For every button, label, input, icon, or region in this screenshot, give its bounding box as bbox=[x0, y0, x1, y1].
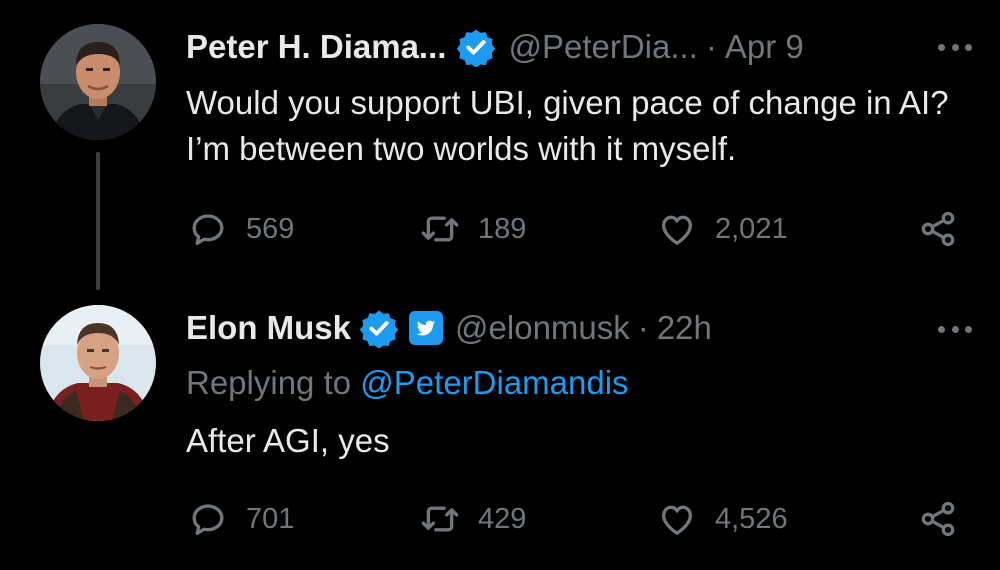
retweet-count: 429 bbox=[478, 502, 527, 535]
replying-to-label: Replying to bbox=[186, 364, 352, 401]
avatar[interactable] bbox=[40, 24, 156, 140]
tweet-header: Peter H. Diama... @PeterDia... · Apr 9 bbox=[186, 22, 976, 72]
like-button[interactable]: 4,526 bbox=[657, 494, 788, 544]
tweet-header: Elon Musk @elonmusk · 22h bbox=[186, 303, 976, 353]
timestamp[interactable]: 22h bbox=[657, 309, 712, 347]
avatar[interactable] bbox=[40, 305, 156, 421]
avatar-image bbox=[40, 24, 156, 140]
reply-count: 569 bbox=[246, 212, 295, 245]
timestamp[interactable]: Apr 9 bbox=[725, 28, 804, 66]
reply-count: 701 bbox=[246, 502, 295, 535]
author-handle[interactable]: @PeterDia... bbox=[508, 28, 697, 66]
retweet-button[interactable]: 189 bbox=[420, 204, 526, 254]
share-icon bbox=[921, 211, 955, 247]
share-icon bbox=[921, 501, 955, 537]
reply-button[interactable]: 569 bbox=[188, 204, 294, 254]
replying-to-line: Replying to @PeterDiamandis bbox=[186, 364, 629, 402]
action-bar: 701 429 4,526 bbox=[0, 494, 1000, 544]
verified-badge-icon[interactable] bbox=[456, 27, 496, 67]
reply-icon bbox=[192, 504, 224, 535]
tweet-elon-musk[interactable]: Elon Musk @elonmusk · 22h Replying to @P… bbox=[0, 290, 1000, 570]
like-button[interactable]: 2,021 bbox=[657, 204, 788, 254]
author-handle[interactable]: @elonmusk bbox=[455, 309, 630, 347]
like-count: 4,526 bbox=[715, 502, 788, 535]
like-count: 2,021 bbox=[715, 212, 788, 245]
twitter-bird-icon[interactable] bbox=[409, 311, 444, 345]
reply-button[interactable]: 701 bbox=[188, 494, 294, 544]
separator-dot: · bbox=[637, 309, 649, 346]
more-icon[interactable] bbox=[938, 36, 972, 58]
share-button[interactable] bbox=[918, 494, 958, 544]
tweet-peter-diamandis[interactable]: Peter H. Diama... @PeterDia... · Apr 9 W… bbox=[0, 0, 1000, 290]
retweet-button[interactable]: 429 bbox=[420, 494, 526, 544]
like-icon bbox=[662, 215, 692, 245]
retweet-icon bbox=[421, 216, 459, 242]
avatar-image bbox=[40, 305, 156, 421]
verified-badge-icon[interactable] bbox=[359, 308, 399, 348]
share-button[interactable] bbox=[918, 204, 958, 254]
retweet-icon bbox=[421, 506, 459, 532]
more-icon[interactable] bbox=[938, 318, 972, 340]
replying-to-mention[interactable]: @PeterDiamandis bbox=[360, 364, 628, 401]
separator-dot: · bbox=[705, 28, 717, 65]
tweet-text: Would you support UBI, given pace of cha… bbox=[186, 84, 949, 167]
author-name[interactable]: Elon Musk bbox=[186, 309, 351, 347]
retweet-count: 189 bbox=[478, 212, 527, 245]
tweet-text: After AGI, yes bbox=[186, 422, 390, 459]
reply-icon bbox=[192, 214, 224, 245]
action-bar: 569 189 2,021 bbox=[0, 204, 1000, 254]
author-name[interactable]: Peter H. Diama... bbox=[186, 28, 446, 66]
like-icon bbox=[662, 505, 692, 535]
